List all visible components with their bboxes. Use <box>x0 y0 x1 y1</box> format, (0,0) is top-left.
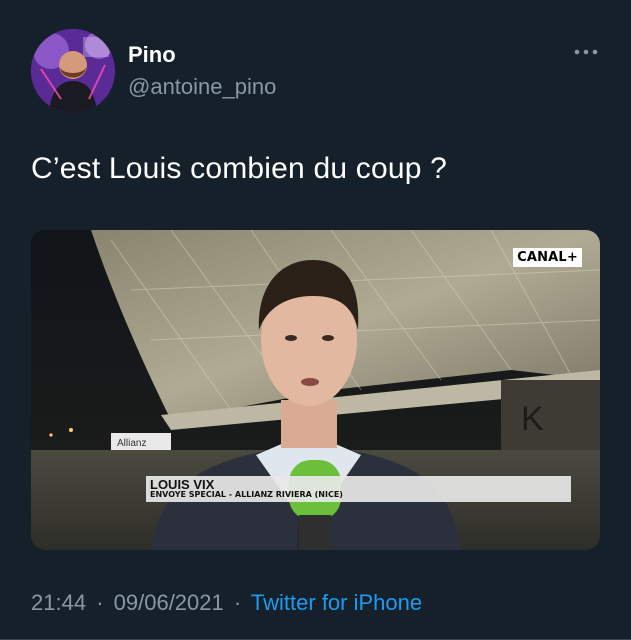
avatar[interactable] <box>31 29 115 113</box>
meta-separator: · <box>96 590 104 615</box>
meta-separator: · <box>233 590 242 615</box>
tweet-meta: 21:44 · 09/06/2021 · Twitter for iPhone <box>31 590 422 616</box>
tweet-time[interactable]: 21:44 <box>31 590 86 615</box>
lower-third: LOUIS VIX ENVOYE SPECIAL - ALLIANZ RIVIE… <box>146 476 571 502</box>
tweet-date[interactable]: 09/06/2021 <box>114 590 224 615</box>
tweet-source[interactable]: Twitter for iPhone <box>251 590 422 615</box>
display-name[interactable]: Pino <box>128 42 176 68</box>
channel-badge: CANAL+ <box>513 248 582 267</box>
tweet-text: C’est Louis combien du coup ? <box>31 152 448 185</box>
avatar-image <box>31 29 115 113</box>
svg-text:Allianz: Allianz <box>117 438 146 449</box>
media-image: K Allianz <box>31 230 600 550</box>
more-icon[interactable] <box>571 42 601 62</box>
handle[interactable]: @antoine_pino <box>128 74 276 100</box>
tweet-media[interactable]: K Allianz CANAL+ LOUIS VIX ENVOYE SPECIA… <box>31 230 600 550</box>
lower-third-role: ENVOYE SPECIAL - ALLIANZ RIVIERA (NICE) <box>150 490 343 499</box>
svg-text:K: K <box>521 400 544 438</box>
